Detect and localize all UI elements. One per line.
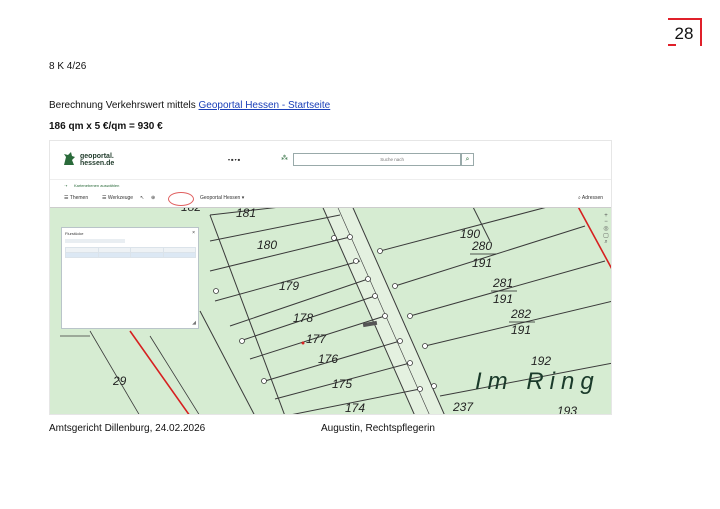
layer-select-text: Kartenebenen auswählen	[74, 183, 120, 188]
calculation-text: Berechnung Verkehrswert mittels	[49, 100, 199, 111]
tools-button[interactable]: ☰ Werkzeuge	[102, 195, 133, 201]
search-input[interactable]: Suche nach	[293, 153, 461, 166]
arrow-icon: ⇢	[64, 183, 68, 188]
panel-tabs[interactable]	[65, 239, 125, 243]
map-label-281: 281	[492, 276, 513, 290]
header-link-left[interactable]: ▾ ■ ▾ ■	[228, 157, 240, 162]
table-row[interactable]	[65, 252, 196, 258]
value-formula: 186 qm x 5 €/qm = 930 €	[49, 121, 163, 132]
map-label-191b: 191	[493, 292, 513, 306]
footer-signatory: Augustin, Rechtspflegerin	[321, 423, 435, 434]
addresses-button[interactable]: ⌕ Adressen	[578, 195, 603, 201]
map-label-181: 181	[236, 206, 256, 220]
addresses-label: Adressen	[581, 195, 604, 201]
map-label-174: 174	[345, 401, 365, 415]
panel-title: Flurstücke	[65, 231, 84, 236]
themes-label: Themen	[69, 195, 89, 201]
footer-court-date: Amtsgericht Dillenburg, 24.02.2026	[49, 423, 206, 434]
themes-button[interactable]: ☰ Themen	[64, 195, 88, 201]
map-zoom-controls: + − ◎ ▢ ⌕	[601, 213, 611, 246]
map-label-193: 193	[557, 404, 577, 415]
geoportal-logo[interactable]: geoportal. hessen.de	[80, 153, 114, 167]
page-number-corner	[668, 44, 676, 46]
logo-line2: hessen.de	[80, 160, 115, 167]
map-label-192: 192	[531, 354, 551, 368]
fullscreen-icon[interactable]: ▢	[601, 232, 611, 239]
geoportal-header: geoportal. hessen.de ▾ ■ ▾ ■ ⁂ Suche nach…	[50, 141, 611, 179]
hessen-lion-logo-icon	[62, 151, 76, 167]
map-label-178: 178	[293, 311, 313, 325]
search-icon[interactable]: ⌕	[461, 153, 474, 166]
map-label-237: 237	[452, 400, 474, 414]
calculation-line: Berechnung Verkehrswert mittels Geoporta…	[49, 100, 330, 111]
search-map-icon[interactable]: ⌕	[601, 239, 611, 246]
feature-info-panel: Flurstücke × ◢	[61, 227, 199, 329]
map-label-191a: 191	[472, 256, 492, 270]
geoportal-select-label: Geoportal Hessen	[200, 195, 241, 201]
map-label-180: 180	[257, 238, 277, 252]
logo-line1: geoportal.	[80, 153, 114, 160]
arrow-tool-icon[interactable]: ↖	[140, 195, 144, 201]
parcel-table	[65, 247, 196, 258]
layers-icon[interactable]: ⁂	[281, 154, 288, 162]
geoportal-badge-icon	[168, 192, 194, 206]
map-label-176: 176	[318, 352, 338, 366]
map-label-177: 177	[306, 332, 327, 346]
map-label-29: 29	[112, 374, 127, 388]
tools-label: Werkzeuge	[107, 195, 134, 201]
map-label-282: 282	[510, 307, 531, 321]
geoportal-select[interactable]: Geoportal Hessen ▾	[200, 195, 244, 201]
case-number: 8 K 4/26	[49, 61, 87, 72]
map-label-191c: 191	[511, 323, 531, 337]
map-label-175: 175	[332, 377, 352, 391]
close-icon[interactable]: ×	[192, 230, 195, 236]
street-name-label: Im Ring	[475, 368, 600, 395]
map-label-179: 179	[279, 279, 299, 293]
page-number: 28	[668, 18, 702, 46]
map-toolbar: ☰ Themen ☰ Werkzeuge ↖ ⊕ Geoportal Hesse…	[50, 191, 611, 208]
resize-handle-icon[interactable]: ◢	[192, 320, 196, 326]
locate-icon[interactable]: ◎	[601, 225, 611, 232]
crosshair-icon[interactable]: ⊕	[151, 195, 155, 201]
map-label-280: 280	[471, 239, 492, 253]
geoportal-link[interactable]: Geoportal Hessen - Startseite	[199, 100, 331, 111]
map-screenshot: 182 181 180 179 178 177 176 175 174 29 1…	[49, 140, 612, 415]
